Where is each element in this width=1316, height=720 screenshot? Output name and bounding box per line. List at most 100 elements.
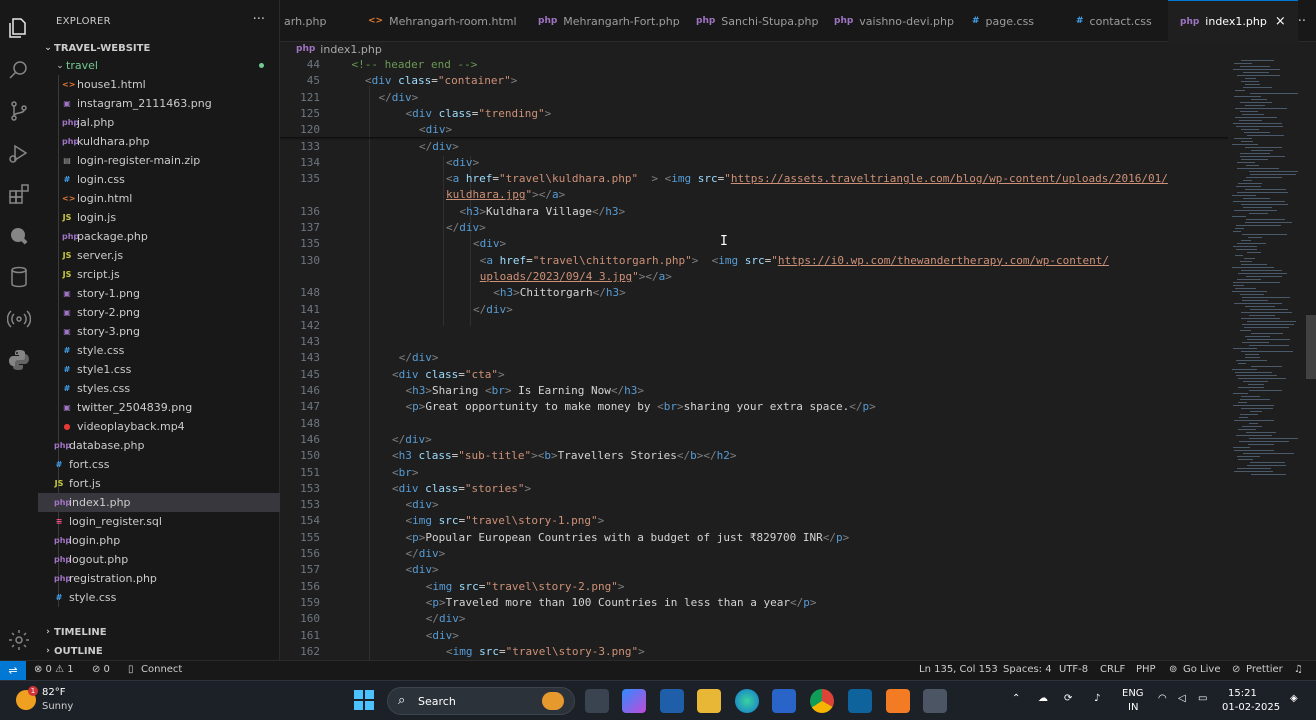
file-item[interactable]: php jal.php xyxy=(38,113,280,132)
source-control-icon[interactable] xyxy=(7,99,31,123)
prettier-button[interactable]: Prettier xyxy=(1246,664,1283,675)
code-line[interactable]: </div> xyxy=(406,547,446,560)
settings-gear-icon[interactable] xyxy=(7,628,31,652)
broadcast-icon[interactable] xyxy=(6,307,32,331)
code-line[interactable]: <div> xyxy=(446,156,479,169)
code-line[interactable]: <a href="travel\kuldhara.php" > <img src… xyxy=(446,172,1168,185)
task-view-icon[interactable] xyxy=(585,689,609,713)
chrome-icon[interactable] xyxy=(810,689,834,713)
code-line[interactable]: <!-- header end --> xyxy=(352,58,478,71)
timeline-section[interactable]: › TIMELINE xyxy=(42,623,106,641)
remote-indicator[interactable]: ⇌ xyxy=(0,661,26,681)
connect-button[interactable]: Connect xyxy=(141,664,182,675)
xampp-icon[interactable] xyxy=(886,689,910,713)
file-item[interactable]: php login.php xyxy=(38,531,280,550)
code-line[interactable]: </div> xyxy=(426,612,466,625)
tab-page-css[interactable]: # page.css xyxy=(960,0,1046,42)
language-mode[interactable]: PHP xyxy=(1136,664,1156,675)
tab-mehrangarh-room-html[interactable]: <> Mehrangarh-room.html xyxy=(356,0,529,42)
go-live-icon[interactable]: ⊚ xyxy=(1169,664,1177,675)
code-line[interactable]: <div class="trending"> xyxy=(406,107,552,120)
copilot-icon[interactable] xyxy=(622,689,646,713)
file-item[interactable]: ▣ story-2.png xyxy=(38,303,280,322)
outline-section[interactable]: › OUTLINE xyxy=(42,642,103,660)
explorer-icon[interactable] xyxy=(7,16,31,40)
tab-arh-php[interactable]: arh.php xyxy=(280,0,338,42)
sync-icon[interactable]: ⟳ xyxy=(1064,693,1072,704)
teams-icon[interactable] xyxy=(660,689,684,713)
file-item[interactable]: ● videoplayback.mp4 xyxy=(38,417,280,436)
more-actions-icon[interactable]: ··· xyxy=(253,12,265,27)
code-line[interactable]: <div class="stories"> xyxy=(392,482,531,495)
code-line[interactable]: <h3>Sharing <br> Is Earning Now</h3> xyxy=(406,384,644,397)
file-item[interactable]: # login.css xyxy=(38,170,280,189)
edge-browser-icon[interactable] xyxy=(735,689,759,713)
database-plug-icon[interactable]: ▯ xyxy=(128,664,134,675)
file-item[interactable]: php database.php xyxy=(38,436,280,455)
file-item[interactable]: JS srcipt.js xyxy=(38,265,280,284)
notifications-bell-icon[interactable]: ♫ xyxy=(1294,664,1303,675)
vertical-scrollbar[interactable] xyxy=(1306,315,1316,379)
code-line[interactable]: </div> xyxy=(473,303,513,316)
file-explorer-icon[interactable] xyxy=(697,689,721,713)
minimap[interactable] xyxy=(1228,56,1306,660)
run-debug-icon[interactable] xyxy=(7,141,31,165)
volume-icon[interactable]: ◁ xyxy=(1178,693,1186,704)
file-item[interactable]: # styles.css xyxy=(38,379,280,398)
file-item[interactable]: ≡ login_register.sql xyxy=(38,512,280,531)
file-item[interactable]: php registration.php xyxy=(38,569,280,588)
clock-time[interactable]: 15:21 xyxy=(1228,688,1257,699)
file-item[interactable]: ▣ story-1.png xyxy=(38,284,280,303)
go-live-button[interactable]: Go Live xyxy=(1183,664,1220,675)
cloud-icon[interactable]: ☁ xyxy=(1038,693,1048,704)
code-line[interactable]: <div> xyxy=(426,629,459,642)
weather-condition[interactable]: Sunny xyxy=(42,701,73,712)
file-item[interactable]: JS fort.js xyxy=(38,474,280,493)
database-icon[interactable] xyxy=(7,265,31,289)
workspace-root[interactable]: ⌄ TRAVEL-WEBSITE xyxy=(42,40,278,56)
code-line[interactable]: <p>Traveled more than 100 Countries in l… xyxy=(426,596,817,609)
wifi-icon[interactable]: ◠ xyxy=(1158,693,1167,704)
code-line[interactable]: <p>Popular European Countries with a bud… xyxy=(406,531,850,544)
code-line[interactable]: <h3>Chittorgarh</h3> xyxy=(493,286,625,299)
code-line[interactable]: </div> xyxy=(446,221,486,234)
file-item[interactable]: php kuldhara.php xyxy=(38,132,280,151)
code-line[interactable]: <a href="travel\chittorgarh.php"> <img s… xyxy=(480,254,1109,267)
clock-date[interactable]: 01-02-2025 xyxy=(1222,702,1280,713)
code-line[interactable]: <h3 class="sub-title"><b>Travellers Stor… xyxy=(392,449,736,462)
code-line[interactable]: <div> xyxy=(473,237,506,250)
code-line[interactable]: </div> xyxy=(399,351,439,364)
encoding[interactable]: UTF-8 xyxy=(1059,664,1088,675)
language-code[interactable]: ENG xyxy=(1122,688,1144,699)
file-item[interactable]: php index1.php xyxy=(38,493,280,512)
extensions-icon[interactable] xyxy=(7,182,31,206)
file-item[interactable]: php logout.php xyxy=(38,550,280,569)
problems-indicator[interactable]: ⊗ 0 ⚠ 1 xyxy=(34,664,74,675)
code-line[interactable]: uploads/2023/09/4 3.jpg"></a> xyxy=(480,270,672,283)
ports-indicator[interactable]: ⊘ 0 xyxy=(92,664,110,675)
code-line[interactable]: <img src="travel\story-2.png"> xyxy=(426,580,625,593)
file-item[interactable]: ▣ story-3.png xyxy=(38,322,280,341)
language-region[interactable]: IN xyxy=(1128,702,1138,713)
file-item[interactable]: # style.css xyxy=(38,341,280,360)
breadcrumb[interactable]: php index1.php xyxy=(296,42,382,56)
file-item[interactable]: <> house1.html xyxy=(38,75,280,94)
code-line[interactable]: <div class="container"> xyxy=(365,74,517,87)
code-line[interactable]: <img src="travel\story-3.png"> xyxy=(446,645,645,658)
line-ending[interactable]: CRLF xyxy=(1100,664,1125,675)
code-line[interactable]: </div> xyxy=(392,433,432,446)
code-line[interactable]: <div> xyxy=(406,563,439,576)
code-editor[interactable]: I 44 <!-- header end --> 45 <div class="con… xyxy=(280,56,1228,660)
file-item[interactable]: JS login.js xyxy=(38,208,280,227)
file-item[interactable]: JS server.js xyxy=(38,246,280,265)
file-item[interactable]: # style.css xyxy=(38,588,280,607)
code-line[interactable]: <h3>Kuldhara Village</h3> xyxy=(460,205,626,218)
battery-icon[interactable]: ▭ xyxy=(1198,693,1207,704)
code-line[interactable]: <div> xyxy=(419,123,452,136)
code-line[interactable]: <br> xyxy=(392,466,419,479)
prettier-icon[interactable]: ⊘ xyxy=(1232,664,1240,675)
file-item[interactable]: ▣ instagram_2111463.png xyxy=(38,94,280,113)
microphone-icon[interactable]: ♪ xyxy=(1094,693,1100,704)
folder-travel[interactable]: ⌄ travel xyxy=(38,56,280,75)
file-item[interactable]: # style1.css xyxy=(38,360,280,379)
